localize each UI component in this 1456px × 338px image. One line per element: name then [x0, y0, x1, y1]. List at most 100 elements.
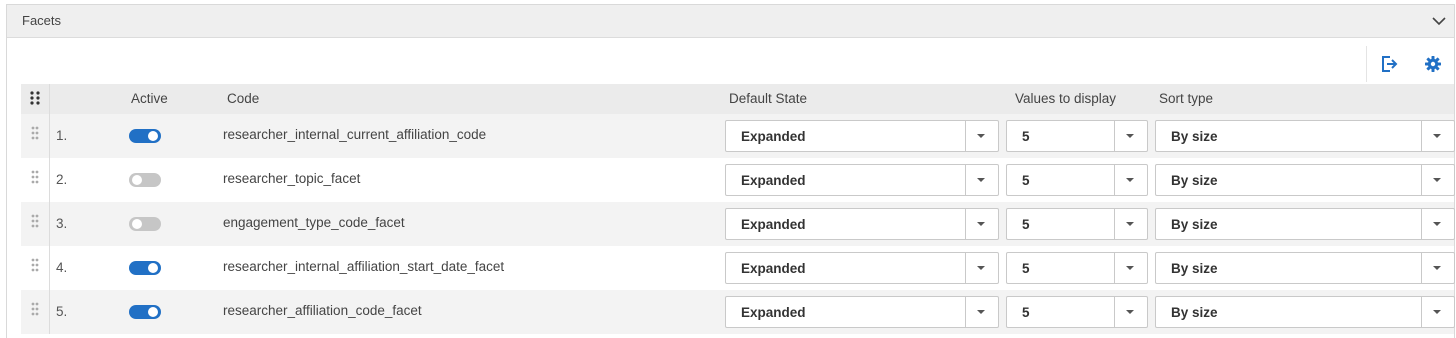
caret-down-icon[interactable]	[977, 266, 985, 270]
drag-handle-icon[interactable]	[31, 170, 39, 184]
default-state-select[interactable]: Expanded	[725, 252, 999, 284]
row-number: 3.	[56, 216, 68, 231]
values-to-display-value: 5	[1022, 173, 1030, 188]
default-state-select[interactable]: Expanded	[725, 296, 999, 328]
toolbar-divider	[1366, 46, 1367, 82]
caret-down-icon[interactable]	[1433, 310, 1441, 314]
sort-type-value: By size	[1171, 173, 1218, 188]
caret-down-icon[interactable]	[977, 134, 985, 138]
toggle-knob	[148, 131, 158, 141]
sort-type-select[interactable]: By size	[1155, 252, 1455, 284]
sort-type-select[interactable]: By size	[1155, 120, 1455, 152]
drag-handle-icon[interactable]	[31, 126, 39, 140]
export-icon[interactable]	[1379, 54, 1399, 74]
select-divider	[965, 121, 966, 151]
panel-header[interactable]: Facets	[7, 5, 1454, 38]
default-state-select[interactable]: Expanded	[725, 208, 999, 240]
drag-handle-icon[interactable]	[31, 214, 39, 228]
row-number: 2.	[56, 172, 68, 187]
default-state-select[interactable]: Expanded	[725, 164, 999, 196]
column-header-default-state[interactable]: Default State	[729, 91, 807, 106]
row-number: 1.	[56, 128, 68, 143]
toggle-knob	[132, 219, 142, 229]
caret-down-icon[interactable]	[1126, 222, 1134, 226]
select-divider	[965, 209, 966, 239]
table-row: 5. researcher_affiliation_code_facet Exp…	[21, 290, 1455, 334]
table-row: 2. researcher_topic_facet Expanded 5 By …	[21, 158, 1455, 202]
gear-icon[interactable]	[1423, 54, 1443, 74]
active-toggle[interactable]	[129, 217, 161, 231]
table-toolbar	[7, 38, 1454, 84]
facets-panel: Facets Active Code Default State Values …	[6, 4, 1455, 338]
drag-all-icon[interactable]	[30, 91, 40, 105]
panel-title: Facets	[22, 13, 62, 28]
active-toggle[interactable]	[129, 129, 161, 143]
row-number: 5.	[56, 304, 68, 319]
facet-code: researcher_affiliation_code_facet	[223, 303, 422, 318]
select-divider	[965, 253, 966, 283]
drag-handle-icon[interactable]	[31, 302, 39, 316]
table-row: 1. researcher_internal_current_affiliati…	[21, 114, 1455, 158]
sort-type-select[interactable]: By size	[1155, 164, 1455, 196]
values-to-display-select[interactable]: 5	[1006, 252, 1148, 284]
sort-type-value: By size	[1171, 261, 1218, 276]
values-to-display-select[interactable]: 5	[1006, 296, 1148, 328]
values-to-display-value: 5	[1022, 305, 1030, 320]
default-state-value: Expanded	[741, 129, 806, 144]
default-state-select[interactable]: Expanded	[725, 120, 999, 152]
caret-down-icon[interactable]	[977, 222, 985, 226]
table-row: 4. researcher_internal_affiliation_start…	[21, 246, 1455, 290]
column-header-code[interactable]: Code	[227, 91, 259, 106]
caret-down-icon[interactable]	[1126, 266, 1134, 270]
active-toggle[interactable]	[129, 173, 161, 187]
select-divider	[965, 297, 966, 327]
caret-down-icon[interactable]	[1433, 178, 1441, 182]
select-divider	[1421, 121, 1422, 151]
sort-type-select[interactable]: By size	[1155, 208, 1455, 240]
caret-down-icon[interactable]	[977, 310, 985, 314]
values-to-display-select[interactable]: 5	[1006, 208, 1148, 240]
select-divider	[1114, 121, 1115, 151]
select-divider	[1421, 209, 1422, 239]
caret-down-icon[interactable]	[1126, 178, 1134, 182]
values-to-display-select[interactable]: 5	[1006, 120, 1148, 152]
facet-code: researcher_internal_current_affiliation_…	[223, 127, 487, 142]
active-toggle[interactable]	[129, 305, 161, 319]
select-divider	[1421, 165, 1422, 195]
column-header-values-to-display[interactable]: Values to display	[1015, 91, 1116, 106]
drag-handle-icon[interactable]	[31, 258, 39, 272]
sort-type-value: By size	[1171, 217, 1218, 232]
caret-down-icon[interactable]	[1126, 134, 1134, 138]
caret-down-icon[interactable]	[1433, 134, 1441, 138]
active-toggle[interactable]	[129, 261, 161, 275]
chevron-down-icon[interactable]	[1432, 14, 1446, 28]
default-state-value: Expanded	[741, 305, 806, 320]
default-state-value: Expanded	[741, 261, 806, 276]
column-divider	[49, 290, 50, 334]
caret-down-icon[interactable]	[977, 178, 985, 182]
caret-down-icon[interactable]	[1433, 222, 1441, 226]
values-to-display-value: 5	[1022, 217, 1030, 232]
caret-down-icon[interactable]	[1433, 266, 1441, 270]
column-divider	[49, 246, 50, 290]
column-header-active[interactable]: Active	[131, 91, 168, 106]
sort-type-value: By size	[1171, 305, 1218, 320]
caret-down-icon[interactable]	[1126, 310, 1134, 314]
column-divider	[49, 84, 50, 114]
table-row: 3. engagement_type_code_facet Expanded 5…	[21, 202, 1455, 246]
column-header-sort-type[interactable]: Sort type	[1159, 91, 1213, 106]
select-divider	[965, 165, 966, 195]
select-divider	[1114, 297, 1115, 327]
values-to-display-value: 5	[1022, 129, 1030, 144]
facet-code: engagement_type_code_facet	[223, 215, 405, 230]
sort-type-select[interactable]: By size	[1155, 296, 1455, 328]
column-divider	[49, 158, 50, 202]
select-divider	[1114, 165, 1115, 195]
column-divider	[49, 202, 50, 246]
facet-code: researcher_topic_facet	[223, 171, 361, 186]
values-to-display-select[interactable]: 5	[1006, 164, 1148, 196]
facet-code: researcher_internal_affiliation_start_da…	[223, 259, 505, 274]
select-divider	[1114, 209, 1115, 239]
facets-table: Active Code Default State Values to disp…	[21, 84, 1455, 334]
toggle-knob	[148, 263, 158, 273]
